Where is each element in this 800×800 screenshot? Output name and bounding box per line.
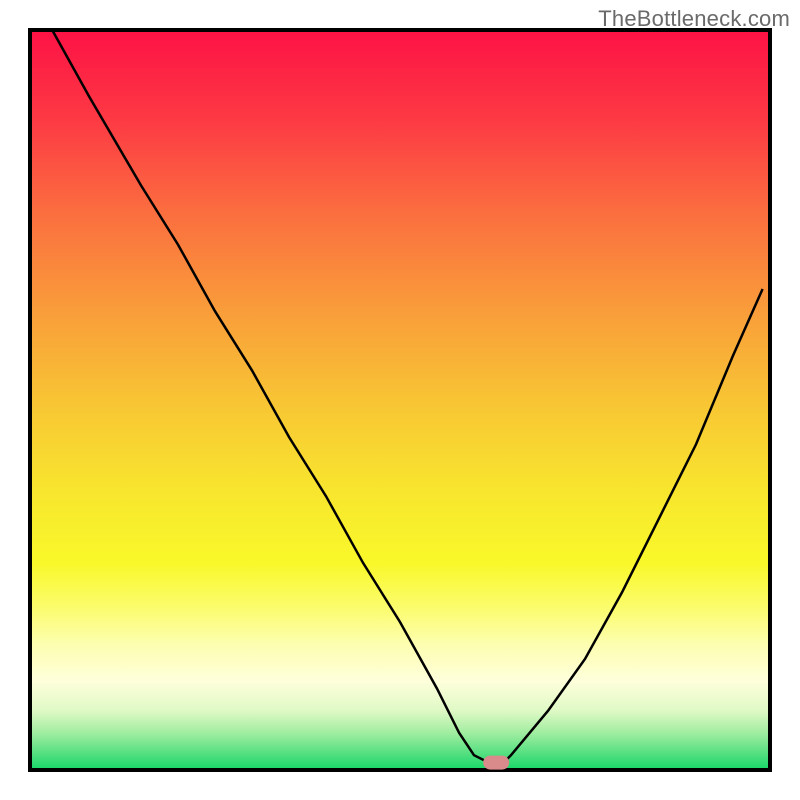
plot-background: [30, 30, 770, 770]
chart-container: TheBottleneck.com: [0, 0, 800, 800]
watermark-text: TheBottleneck.com: [598, 6, 790, 32]
optimal-point-marker: [483, 756, 509, 770]
bottleneck-chart: [0, 0, 800, 800]
